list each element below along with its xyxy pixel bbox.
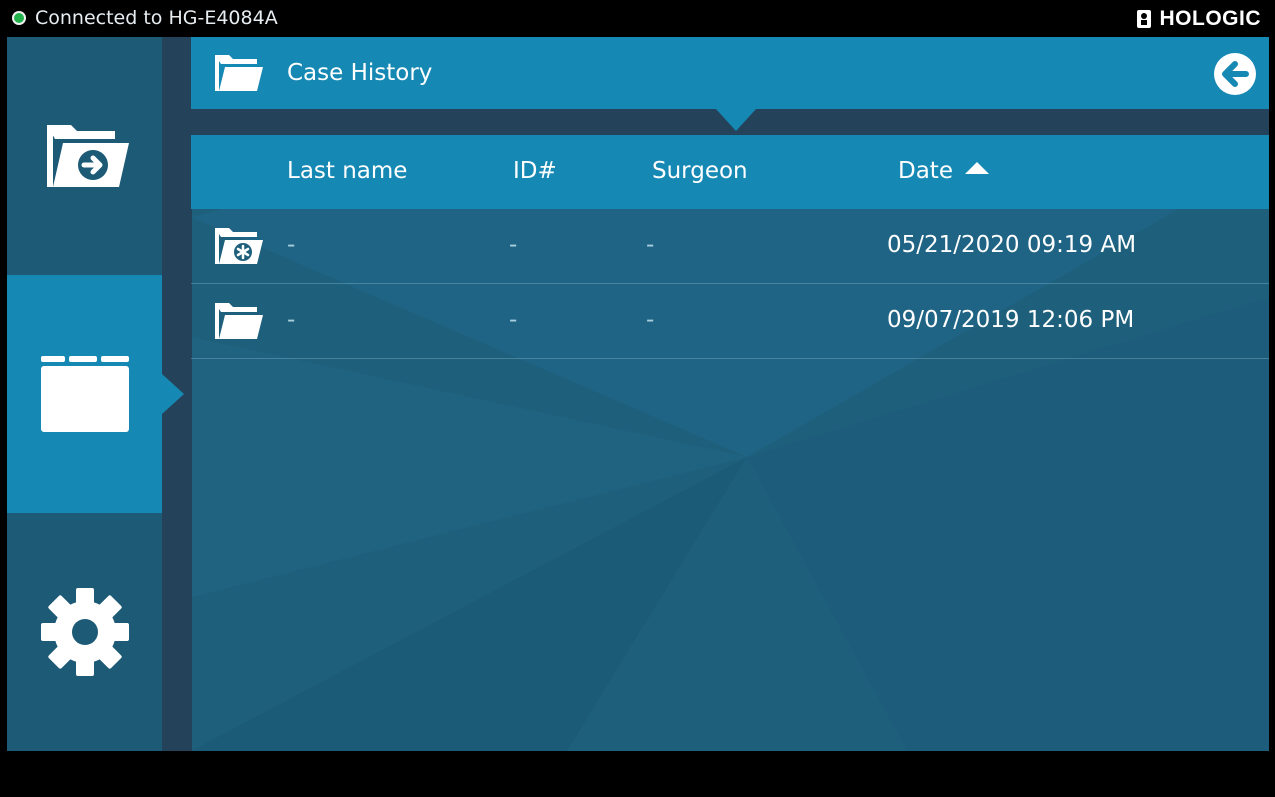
page-title: Case History [287,60,433,86]
brand-logo: HOLOGIC [1136,6,1262,32]
cell-date: 09/07/2019 12:06 PM [887,307,1135,333]
screen: Connected to HG-E4084A HOLOGIC Case Hist… [0,0,1275,797]
nav-case-history-button[interactable] [7,275,162,513]
table-row[interactable]: - - - 09/07/2019 12:06 PM [191,284,1269,359]
page-header: Case History [191,37,1269,109]
column-header-date-label: Date [898,158,953,184]
nav-settings-button[interactable] [7,513,162,751]
cell-surgeon: - [646,232,655,258]
nav-open-case-button[interactable] [7,37,162,275]
side-nav [7,37,162,751]
active-nav-pointer [162,374,184,414]
sort-ascending-icon [964,162,989,174]
table-header: Last name ID# Surgeon Date [191,135,1269,209]
cell-id: - [509,307,518,333]
folder-asterisk-icon [215,228,263,264]
status-bar: Connected to HG-E4084A HOLOGIC [0,0,1275,37]
connection-status-text: Connected to HG-E4084A [35,7,278,29]
column-header-last-name[interactable]: Last name [287,155,407,187]
cell-date: 05/21/2020 09:19 AM [887,232,1137,258]
gear-icon [40,588,129,676]
cell-last-name: - [287,232,296,258]
table-row[interactable]: - - - 05/21/2020 09:19 AM [191,209,1269,284]
cell-id: - [509,232,518,258]
cell-last-name: - [287,307,296,333]
open-folder-icon [215,303,263,339]
folder-arrow-icon [46,125,129,187]
header-separator [191,109,1269,135]
main-panel: Case History Last name ID# Surgeon Date [7,37,1269,751]
open-folder-icon [215,55,263,91]
cell-surgeon: - [646,307,655,333]
case-table: - - - 05/21/2020 09:19 AM - - - 09/07/20… [191,209,1269,751]
column-header-id[interactable]: ID# [513,155,557,187]
back-button[interactable] [1213,52,1257,96]
column-header-date[interactable]: Date [898,155,989,187]
brand-name: HOLOGIC [1159,7,1261,30]
column-header-surgeon[interactable]: Surgeon [652,155,748,187]
bottom-bar [0,751,1275,797]
folder-icon [40,356,129,432]
connection-status-icon [12,11,26,25]
hologic-mark-icon [1136,10,1151,28]
